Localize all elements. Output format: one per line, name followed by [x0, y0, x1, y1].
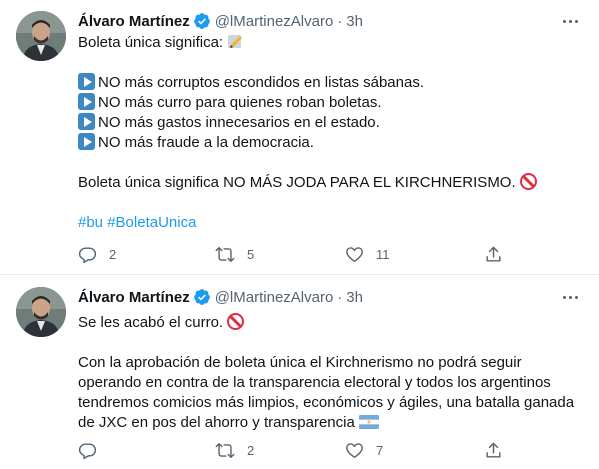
like-button[interactable]: 7 [345, 440, 383, 460]
avatar[interactable] [16, 11, 66, 61]
text-line: Boleta única significa: [78, 33, 583, 53]
timestamp[interactable]: 3h [346, 289, 363, 306]
hashtag-link[interactable]: #bu [78, 214, 103, 231]
like-count: 7 [376, 442, 384, 458]
hashtag-link[interactable]: #BoletaUnica [107, 214, 196, 231]
heart-icon [346, 442, 363, 458]
tweet-actions: 2 7 [78, 440, 508, 460]
reply-button[interactable] [78, 440, 109, 460]
author-handle[interactable]: @lMartinezAlvaro [215, 13, 334, 30]
more-options-icon[interactable] [559, 286, 581, 308]
text-line: operando en contra de la transparencia e… [78, 374, 551, 391]
play-button-emoji [78, 113, 95, 130]
text-line: Con la aprobación de boleta única el Kir… [78, 354, 522, 371]
reply-count: 2 [109, 246, 117, 262]
reply-icon [78, 442, 97, 459]
like-count: 11 [376, 246, 390, 262]
avatar[interactable] [16, 287, 66, 337]
retweet-icon [215, 442, 235, 458]
text-line: NO más fraude a la democracia. [78, 133, 583, 153]
tweet-text: Boleta única significa: NO más corruptos… [78, 33, 583, 233]
argentina-flag-emoji [358, 415, 379, 429]
retweet-button[interactable]: 5 [215, 244, 254, 264]
play-button-emoji [78, 73, 95, 90]
separator-dot: · [337, 288, 343, 306]
retweet-count: 2 [247, 442, 255, 458]
reply-icon [78, 246, 97, 263]
play-button-emoji [78, 133, 95, 150]
separator-dot: · [337, 12, 343, 30]
tweet-header: Álvaro Martínez @lMartinezAlvaro · 3h [78, 11, 363, 31]
more-options-icon[interactable] [559, 10, 581, 32]
pencil-emoji [227, 33, 244, 50]
verified-badge-icon [193, 288, 211, 306]
tweet-header: Álvaro Martínez @lMartinezAlvaro · 3h [78, 287, 363, 307]
retweet-count: 5 [247, 246, 255, 262]
text-line: Boleta única significa NO MÁS JODA PARA … [78, 173, 583, 193]
retweet-button[interactable]: 2 [215, 440, 254, 460]
text-line: NO más curro para quienes roban boletas. [78, 93, 583, 113]
text-line: NO más corruptos escondidos en listas sá… [78, 73, 583, 93]
author-name[interactable]: Álvaro Martínez [78, 13, 190, 30]
share-icon [486, 246, 501, 262]
text-line: NO más gastos innecesarios en el estado. [78, 113, 583, 133]
retweet-icon [215, 246, 235, 262]
no-entry-emoji [519, 173, 537, 190]
text-line: Se les acabó el curro. [78, 313, 583, 333]
timestamp[interactable]: 3h [346, 13, 363, 30]
tweet-text: Se les acabó el curro. Con la aprobación… [78, 313, 583, 433]
heart-icon [346, 246, 363, 262]
like-button[interactable]: 11 [345, 244, 390, 264]
share-button[interactable] [484, 440, 503, 460]
hashtag-line: #bu #BoletaUnica [78, 213, 583, 233]
tweet[interactable]: Álvaro Martínez @lMartinezAlvaro · 3h Bo… [0, 0, 599, 275]
play-button-emoji [78, 93, 95, 110]
share-button[interactable] [484, 244, 503, 264]
text-line: de JXC en pos del ahorro y transparencia [78, 413, 583, 433]
no-entry-emoji [227, 313, 245, 330]
text-line: tendremos comicios más limpios, económic… [78, 394, 575, 411]
author-name[interactable]: Álvaro Martínez [78, 289, 190, 306]
share-icon [486, 442, 501, 458]
tweet[interactable]: Álvaro Martínez @lMartinezAlvaro · 3h Se… [0, 276, 599, 469]
tweet-actions: 2 5 11 [78, 244, 508, 264]
verified-badge-icon [193, 12, 211, 30]
author-handle[interactable]: @lMartinezAlvaro [215, 289, 334, 306]
reply-button[interactable]: 2 [78, 244, 116, 264]
